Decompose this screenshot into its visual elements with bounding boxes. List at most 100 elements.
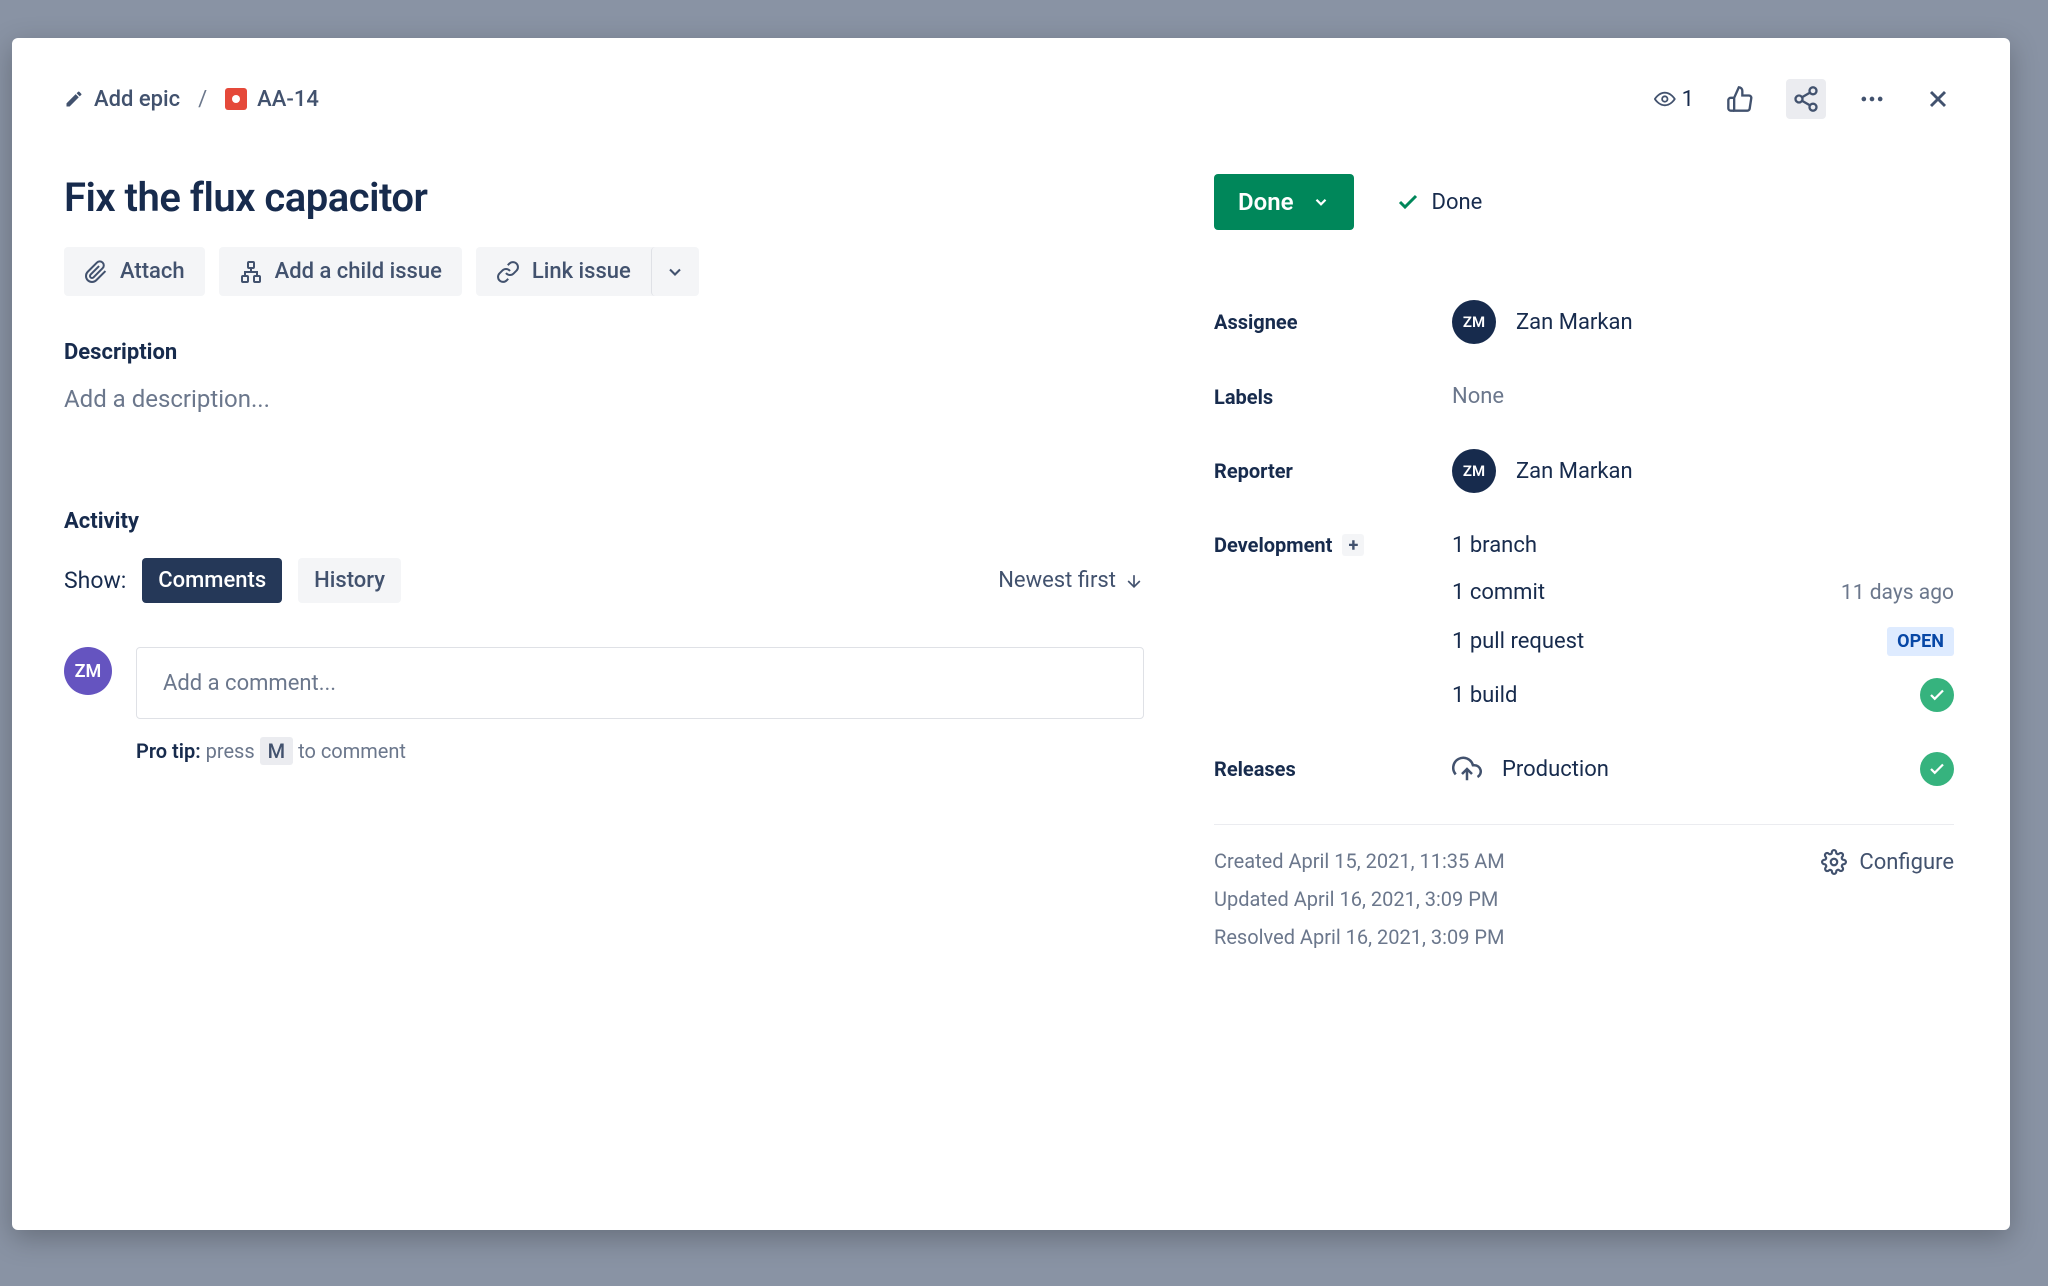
- attach-button[interactable]: Attach: [64, 247, 205, 296]
- tab-comments[interactable]: Comments: [142, 558, 282, 603]
- breadcrumb: Add epic / AA-14: [64, 87, 319, 112]
- chevron-down-icon: [665, 262, 685, 282]
- activity-label: Activity: [64, 509, 1144, 534]
- gear-icon: [1821, 849, 1847, 875]
- meta-row: Created April 15, 2021, 11:35 AM Updated…: [1214, 849, 1954, 949]
- add-child-button[interactable]: Add a child issue: [219, 247, 462, 296]
- sort-label: Newest first: [998, 568, 1116, 593]
- child-issue-icon: [239, 260, 263, 284]
- watch-count: 1: [1682, 87, 1694, 112]
- release-name: Production: [1502, 757, 1609, 782]
- user-avatar: ZM: [64, 647, 112, 695]
- configure-label: Configure: [1859, 850, 1954, 875]
- chevron-down-icon: [1312, 193, 1330, 211]
- status-row: Done Done: [1214, 174, 1954, 230]
- issue-type-icon: [225, 88, 247, 110]
- divider: [1214, 824, 1954, 825]
- dev-commit-text: 1 commit: [1452, 580, 1545, 605]
- more-icon: [1858, 85, 1886, 113]
- field-reporter[interactable]: Reporter ZM Zan Markan: [1214, 429, 1954, 513]
- right-panel: Done Done Assignee ZM Zan Markan Labels …: [1214, 174, 1954, 1190]
- build-success-icon: [1920, 678, 1954, 712]
- field-releases[interactable]: Releases Production: [1214, 732, 1954, 806]
- resolution-indicator: Done: [1396, 190, 1483, 215]
- description-label: Description: [64, 340, 1144, 365]
- thumbs-up-icon: [1726, 85, 1754, 113]
- arrow-down-icon: [1124, 571, 1144, 591]
- more-actions-button[interactable]: [1852, 79, 1892, 119]
- dev-commit-time: 11 days ago: [1841, 581, 1954, 605]
- close-icon: [1924, 85, 1952, 113]
- reporter-avatar: ZM: [1452, 449, 1496, 493]
- dev-pr-link[interactable]: 1 pull request OPEN: [1452, 627, 1954, 656]
- labels-value: None: [1452, 384, 1504, 409]
- check-icon: [1396, 190, 1420, 214]
- status-label: Done: [1238, 188, 1294, 216]
- link-issue-button[interactable]: Link issue: [476, 247, 651, 296]
- keycap-m: M: [260, 737, 294, 765]
- close-button[interactable]: [1918, 79, 1958, 119]
- attach-label: Attach: [120, 259, 185, 284]
- eye-icon: [1654, 84, 1676, 114]
- status-button[interactable]: Done: [1214, 174, 1354, 230]
- field-labels[interactable]: Labels None: [1214, 364, 1954, 429]
- add-development-button[interactable]: +: [1342, 534, 1364, 556]
- left-panel: Fix the flux capacitor Attach Add a chil…: [64, 174, 1144, 1190]
- vote-button[interactable]: [1720, 79, 1760, 119]
- link-icon: [496, 260, 520, 284]
- comment-composer: ZM Add a comment...: [64, 647, 1144, 719]
- field-assignee[interactable]: Assignee ZM Zan Markan: [1214, 280, 1954, 364]
- meta-timestamps: Created April 15, 2021, 11:35 AM Updated…: [1214, 849, 1505, 949]
- modal-header: Add epic / AA-14 1: [64, 74, 1958, 124]
- paperclip-icon: [84, 260, 108, 284]
- description-input[interactable]: Add a description...: [64, 385, 1144, 413]
- link-issue-label: Link issue: [532, 259, 631, 284]
- pr-status-badge: OPEN: [1887, 627, 1954, 656]
- add-child-label: Add a child issue: [275, 259, 442, 284]
- dev-build-text: 1 build: [1452, 683, 1517, 708]
- assignee-name: Zan Markan: [1516, 310, 1633, 335]
- development-label: Development: [1214, 533, 1332, 557]
- activity-controls: Show: Comments History Newest first: [64, 558, 1144, 603]
- link-issue-group: Link issue: [476, 247, 699, 296]
- assignee-label: Assignee: [1214, 310, 1452, 334]
- updated-line: Updated April 16, 2021, 3:09 PM: [1214, 887, 1505, 911]
- add-epic-label: Add epic: [94, 87, 180, 112]
- sort-button[interactable]: Newest first: [998, 568, 1144, 593]
- add-epic-button[interactable]: Add epic: [64, 87, 180, 112]
- link-issue-menu-button[interactable]: [651, 247, 699, 296]
- share-button[interactable]: [1786, 79, 1826, 119]
- action-row: Attach Add a child issue Link issue: [64, 247, 1144, 296]
- assignee-avatar: ZM: [1452, 300, 1496, 344]
- release-success-icon: [1920, 752, 1954, 786]
- created-line: Created April 15, 2021, 11:35 AM: [1214, 849, 1505, 873]
- issue-key-link[interactable]: AA-14: [225, 87, 319, 112]
- reporter-label: Reporter: [1214, 459, 1452, 483]
- protip-bold: Pro tip:: [136, 739, 201, 763]
- comment-protip: Pro tip: press M to comment: [136, 737, 1144, 765]
- dev-branch-text: 1 branch: [1452, 533, 1537, 558]
- resolution-label: Done: [1432, 190, 1483, 215]
- comment-input[interactable]: Add a comment...: [136, 647, 1144, 719]
- issue-title[interactable]: Fix the flux capacitor: [64, 174, 1144, 221]
- show-label: Show:: [64, 567, 126, 594]
- dev-pr-text: 1 pull request: [1452, 629, 1584, 654]
- breadcrumb-separator: /: [198, 87, 207, 112]
- pencil-icon: [64, 89, 84, 109]
- header-actions: 1: [1654, 79, 1958, 119]
- labels-label: Labels: [1214, 385, 1452, 409]
- cloud-upload-icon: [1452, 754, 1482, 784]
- modal-body: Fix the flux capacitor Attach Add a chil…: [64, 174, 1958, 1190]
- tab-history[interactable]: History: [298, 558, 401, 603]
- activity-tabs: Show: Comments History: [64, 558, 401, 603]
- resolved-line: Resolved April 16, 2021, 3:09 PM: [1214, 925, 1505, 949]
- issue-modal: Add epic / AA-14 1: [12, 38, 2010, 1230]
- releases-label: Releases: [1214, 757, 1452, 781]
- development-label-wrap: Development +: [1214, 533, 1452, 557]
- watch-button[interactable]: 1: [1654, 79, 1694, 119]
- share-icon: [1792, 85, 1820, 113]
- configure-button[interactable]: Configure: [1821, 849, 1954, 875]
- dev-build-link[interactable]: 1 build: [1452, 678, 1954, 712]
- dev-commit-link[interactable]: 1 commit 11 days ago: [1452, 580, 1954, 605]
- dev-branch-link[interactable]: 1 branch: [1452, 533, 1954, 558]
